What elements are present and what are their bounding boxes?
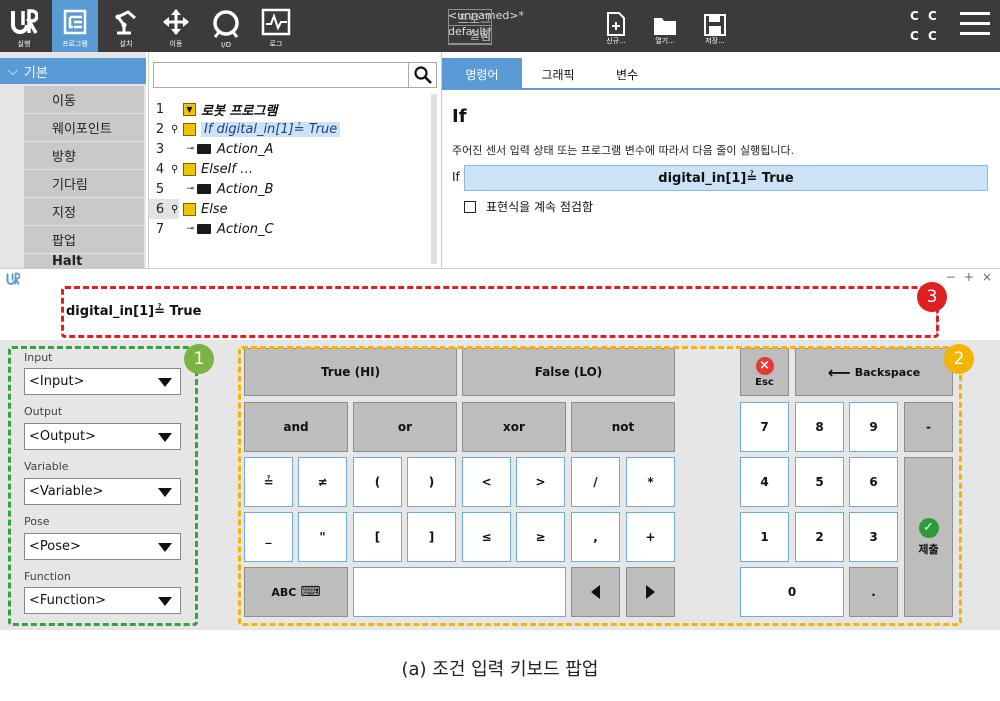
if-label: If: [452, 170, 460, 184]
ur-logo-icon: [11, 9, 38, 34]
program-tab[interactable]: 프로그램: [52, 0, 98, 52]
program-root-icon: ▼: [183, 102, 196, 116]
program-icon: [63, 9, 87, 35]
program-tree-panel: 1 ▼ 로봇 프로그램 2 ⚲ If digital_in[1]≟ True 3 ⊸ Act…: [148, 52, 439, 268]
new-file-icon: [607, 12, 625, 36]
tree-line-5[interactable]: 5 ⊸ Action_B: [149, 179, 439, 199]
expression-field[interactable]: digital_in[1]≟ True: [464, 165, 988, 191]
ur-logo-icon: [6, 272, 20, 285]
nav-basic-header[interactable]: ⌵ 기본: [0, 58, 146, 84]
open-folder-icon: [654, 18, 676, 35]
top-toolbar: 실행 프로그램 설치 이동 I/O 로그 프로그램 <unnamed>* 설치 de…: [0, 0, 1000, 52]
hamburger-menu-icon[interactable]: [960, 12, 990, 38]
robot-arm-icon: [115, 10, 136, 35]
tree-line-7[interactable]: 7 ⊸ Action_C: [149, 219, 439, 239]
figure-caption: (a) 조건 입력 키보드 팝업: [401, 659, 599, 680]
save-file-button[interactable]: 저장...: [695, 4, 735, 48]
minimize-button[interactable]: −: [946, 270, 956, 284]
program-name: 프로그램 <unnamed>*: [448, 9, 525, 45]
badge-1: 1: [184, 344, 214, 374]
move-tab-label: 이동: [169, 40, 183, 48]
node-description: 주어진 센서 입력 상태 또는 프로그램 변수에 따라서 다음 줄이 실행됩니다…: [452, 144, 795, 157]
badge-3: 3: [917, 282, 947, 312]
link-icon: ⊸: [186, 184, 194, 194]
install-tab-label: 설치: [119, 40, 133, 48]
window-controls: − + ×: [946, 270, 992, 284]
nav-item-popup[interactable]: 팝업: [24, 226, 144, 253]
pin-icon: ⚲: [171, 123, 179, 135]
installation-name: 설치 default*: [448, 25, 493, 44]
open-file-button[interactable]: 열기...: [645, 4, 685, 48]
nav-item-wait[interactable]: 기다림: [24, 170, 144, 197]
search-icon: [413, 66, 432, 84]
keypad-highlight: [238, 346, 962, 626]
new-file-button[interactable]: 신규...: [596, 4, 636, 48]
pin-icon: ⚲: [171, 203, 179, 215]
run-tab[interactable]: 실행: [2, 0, 46, 52]
search-button[interactable]: [408, 63, 436, 87]
log-tab-label: 로그: [269, 40, 283, 48]
tree-scrollbar[interactable]: [431, 94, 437, 264]
elseif-icon: [183, 162, 196, 176]
if-icon: [183, 122, 196, 136]
folder-icon: [197, 184, 211, 194]
move-arrows-icon: [163, 9, 189, 35]
run-tab-label: 실행: [17, 40, 31, 48]
tree-line-4[interactable]: 4 ⚲ ElseIf …: [149, 159, 439, 179]
search-input[interactable]: [153, 62, 437, 88]
command-nav: ⌵ 기본 이동 웨이포인트 방향 기다림 지정 팝업 Halt: [0, 52, 146, 268]
node-details-panel: 명령어 그래픽 변수 If 주어진 센서 입력 상태 또는 프로그램 변수에 따…: [441, 52, 1000, 268]
close-button[interactable]: ×: [982, 270, 992, 284]
io-icon: [213, 10, 239, 38]
tab-variables[interactable]: 변수: [594, 58, 660, 90]
nav-item-move[interactable]: 이동: [24, 86, 144, 113]
nav-item-direction[interactable]: 방향: [24, 142, 144, 169]
tree-line-6[interactable]: 6 ⚲ Else: [149, 199, 439, 219]
nav-item-waypoint[interactable]: 웨이포인트: [24, 114, 144, 141]
save-icon: [704, 14, 726, 36]
expression-highlight: [61, 286, 939, 338]
install-tab[interactable]: 설치: [104, 0, 148, 52]
maximize-button[interactable]: +: [964, 270, 974, 284]
move-tab[interactable]: 이동: [154, 0, 198, 52]
checkbox[interactable]: [464, 200, 476, 213]
tab-command[interactable]: 명령어: [442, 58, 522, 90]
node-title: If: [452, 106, 467, 127]
badge-2: 2: [944, 344, 974, 374]
else-icon: [183, 202, 196, 216]
tree-line-3[interactable]: 3 ⊸ Action_A: [149, 139, 439, 159]
link-icon: ⊸: [186, 224, 194, 234]
pin-icon: ⚲: [171, 163, 179, 175]
continuous-check-option[interactable]: 표현식을 계속 점검함: [464, 198, 593, 215]
speed-indicator[interactable]: CC CC: [910, 9, 946, 43]
log-tab[interactable]: 로그: [254, 0, 298, 52]
program-tab-label: 프로그램: [62, 40, 88, 48]
chevron-down-icon: ⌵: [8, 63, 18, 79]
nav-item-set[interactable]: 지정: [24, 198, 144, 225]
detail-tabs: 명령어 그래픽 변수: [442, 58, 1000, 90]
link-icon: ⊸: [186, 144, 194, 154]
io-tab[interactable]: I/O: [204, 0, 248, 52]
tree-line-1[interactable]: 1 ▼ 로봇 프로그램: [149, 99, 439, 119]
selector-highlight: [8, 346, 198, 626]
tab-graphics[interactable]: 그래픽: [522, 58, 594, 90]
nav-item-halt[interactable]: Halt: [24, 254, 144, 268]
log-icon: [261, 8, 291, 36]
io-tab-label: I/O: [221, 41, 231, 49]
tree-line-2[interactable]: 2 ⚲ If digital_in[1]≟ True: [149, 119, 439, 139]
folder-icon: [197, 224, 211, 234]
folder-icon: [197, 144, 211, 154]
popup-titlebar: − + ×: [0, 268, 1000, 288]
